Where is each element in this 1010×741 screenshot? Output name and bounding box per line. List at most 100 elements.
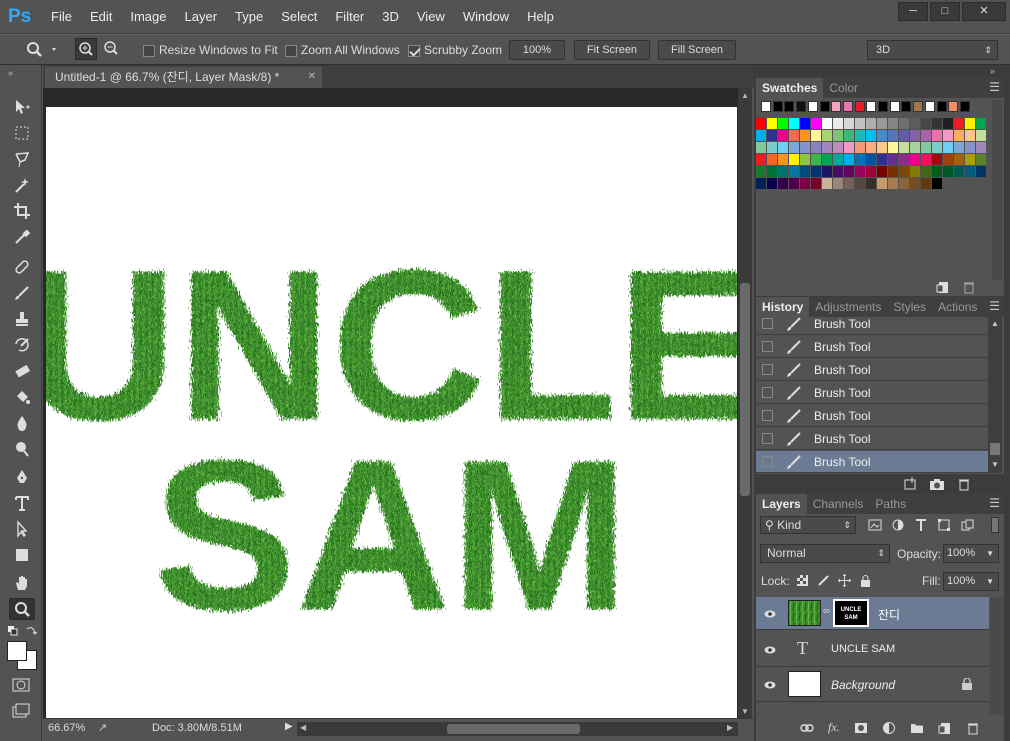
path-selection-tool[interactable]	[9, 518, 35, 540]
swatch[interactable]	[976, 118, 986, 129]
tab-paths[interactable]: Paths	[869, 494, 912, 514]
history-source-checkbox[interactable]	[762, 364, 773, 375]
swatch[interactable]	[943, 118, 953, 129]
swatch[interactable]	[833, 118, 843, 129]
swatch[interactable]	[877, 154, 887, 165]
type-filter-icon[interactable]	[914, 518, 928, 532]
swatch[interactable]	[976, 154, 986, 165]
history-scroll-thumb[interactable]	[990, 443, 1000, 455]
swatch[interactable]	[844, 178, 854, 189]
menu-layer[interactable]: Layer	[185, 9, 218, 24]
swatch[interactable]	[811, 166, 821, 177]
swatch[interactable]	[959, 101, 970, 112]
menu-window[interactable]: Window	[463, 9, 509, 24]
swatch[interactable]	[761, 101, 771, 112]
swatch[interactable]	[855, 118, 865, 129]
swatch[interactable]	[767, 130, 777, 141]
swatch[interactable]	[948, 101, 959, 112]
swatch[interactable]	[822, 118, 832, 129]
swatch[interactable]	[778, 142, 788, 153]
scrubby-zoom-checkbox[interactable]	[408, 44, 420, 57]
export-icon[interactable]: ↗	[98, 721, 107, 734]
add-mask-icon[interactable]	[854, 722, 868, 734]
swatch[interactable]	[844, 166, 854, 177]
close-tab-icon[interactable]: ✕	[308, 67, 316, 87]
swatch[interactable]	[888, 154, 898, 165]
swatch[interactable]	[888, 118, 898, 129]
swatch[interactable]	[819, 101, 830, 112]
history-item[interactable]: Brush Tool	[756, 405, 988, 427]
swatch[interactable]	[833, 178, 843, 189]
collapse-arrows-icon[interactable]: »	[8, 68, 13, 78]
menu-image[interactable]: Image	[130, 9, 166, 24]
swatch[interactable]	[954, 142, 964, 153]
swatch[interactable]	[932, 118, 942, 129]
zoom-in-button[interactable]	[75, 38, 97, 60]
swatch[interactable]	[767, 118, 777, 129]
swatch[interactable]	[910, 166, 920, 177]
fit-screen-button[interactable]: Fit Screen	[574, 40, 650, 60]
swatch[interactable]	[921, 118, 931, 129]
history-item[interactable]: Brush Tool	[756, 313, 988, 335]
pen-tool[interactable]	[9, 466, 35, 488]
tab-swatches[interactable]: Swatches	[756, 78, 824, 98]
swatch[interactable]	[932, 154, 942, 165]
swatch[interactable]	[932, 130, 942, 141]
swatch[interactable]	[822, 178, 832, 189]
blur-tool[interactable]	[9, 412, 35, 434]
swatch[interactable]	[778, 118, 788, 129]
swatch[interactable]	[932, 178, 942, 189]
swatch[interactable]	[943, 154, 953, 165]
rectangle-tool[interactable]	[9, 544, 35, 566]
swatch[interactable]	[921, 166, 931, 177]
history-source-checkbox[interactable]	[762, 318, 773, 329]
swatch[interactable]	[822, 154, 832, 165]
swatch[interactable]	[866, 178, 876, 189]
magic-wand-tool[interactable]	[9, 174, 35, 196]
tool-preset-picker[interactable]	[20, 40, 68, 62]
swatch[interactable]	[767, 142, 777, 153]
swatch[interactable]	[866, 101, 877, 112]
swatch[interactable]	[800, 178, 810, 189]
horizontal-scroll-thumb[interactable]	[447, 724, 580, 734]
fill-screen-button[interactable]: Fill Screen	[658, 40, 736, 60]
layer-mask-thumbnail[interactable]: UNCLE SAM	[833, 599, 869, 627]
swatch[interactable]	[833, 142, 843, 153]
document-canvas[interactable]: UNCLE SAM	[46, 107, 737, 719]
swatch[interactable]	[877, 142, 887, 153]
swatch[interactable]	[899, 130, 909, 141]
chevron-down-icon[interactable]: ▼	[986, 545, 994, 562]
history-item[interactable]: Brush Tool	[756, 451, 988, 473]
swatch[interactable]	[756, 130, 766, 141]
marquee-tool[interactable]	[9, 122, 35, 144]
swatch[interactable]	[789, 166, 799, 177]
history-source-checkbox[interactable]	[762, 456, 773, 467]
resize-windows-option[interactable]: Resize Windows to Fit	[143, 39, 278, 61]
scroll-right-icon[interactable]: ▶	[727, 723, 733, 732]
clone-stamp-tool[interactable]	[9, 308, 35, 330]
swatch[interactable]	[822, 166, 832, 177]
swatch[interactable]	[854, 101, 865, 112]
swatch[interactable]	[932, 142, 942, 153]
zoom-out-button[interactable]	[101, 38, 123, 60]
lock-transparent-icon[interactable]	[796, 574, 809, 587]
close-button[interactable]: ✕	[962, 2, 1006, 21]
paint-bucket-tool[interactable]	[9, 386, 35, 408]
swatch[interactable]	[921, 178, 931, 189]
swatch[interactable]	[767, 178, 777, 189]
canvas-horizontal-scrollbar[interactable]: ◀ ▶	[297, 722, 738, 736]
swatch[interactable]	[888, 142, 898, 153]
swatch[interactable]	[831, 101, 842, 112]
zoom-100-button[interactable]: 100%	[509, 40, 565, 60]
layer-row-background[interactable]: Background	[756, 667, 989, 702]
swatch[interactable]	[910, 178, 920, 189]
lock-pixels-icon[interactable]	[817, 574, 830, 587]
tab-channels[interactable]: Channels	[807, 494, 870, 514]
dodge-tool[interactable]	[9, 438, 35, 460]
trash-icon[interactable]	[957, 477, 971, 491]
workspace-select[interactable]: 3D ⇕	[867, 40, 998, 60]
new-layer-icon[interactable]	[938, 721, 952, 735]
menu-help[interactable]: Help	[527, 9, 554, 24]
swatch[interactable]	[866, 118, 876, 129]
swatch[interactable]	[833, 130, 843, 141]
